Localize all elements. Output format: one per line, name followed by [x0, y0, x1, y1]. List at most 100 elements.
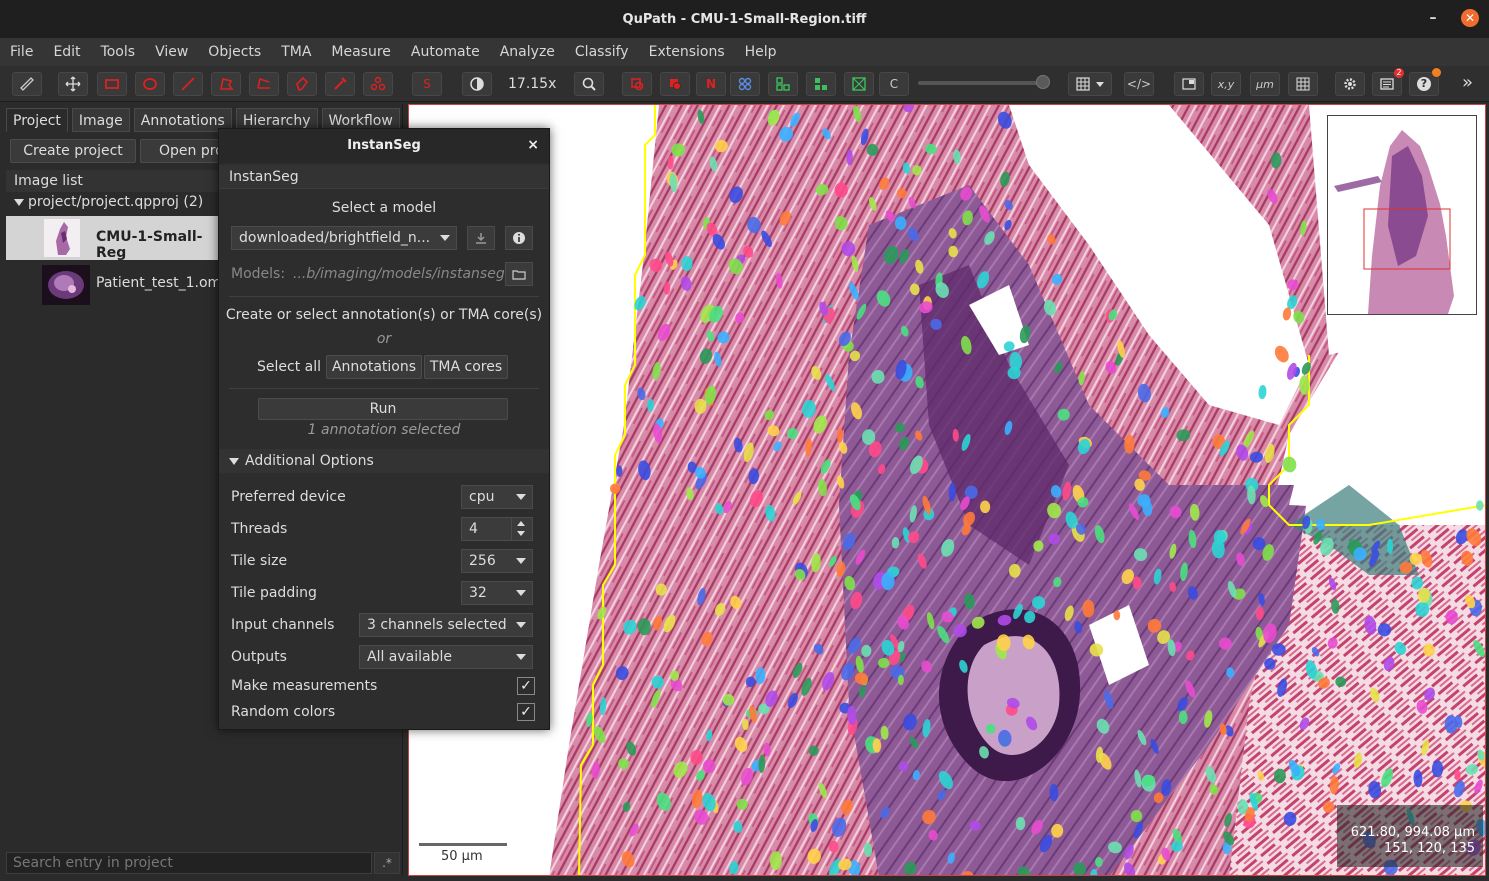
preferred-device-select[interactable]: cpu	[461, 485, 533, 509]
input-channels-select[interactable]: 3 channels selected	[359, 613, 533, 637]
menu-help[interactable]: Help	[745, 44, 777, 60]
show-tma-grid-button[interactable]	[730, 72, 760, 96]
pixel-grid-icon	[1296, 77, 1310, 91]
log-button[interactable]: 2	[1372, 68, 1404, 96]
tile-padding-label: Tile padding	[231, 585, 317, 601]
threads-spinner[interactable]: 4	[461, 517, 533, 541]
nucleus-detection[interactable]	[897, 674, 904, 686]
create-project-button[interactable]: Create project	[10, 139, 136, 163]
outputs-select[interactable]: All available	[359, 645, 533, 669]
dialog-title: InstanSeg	[219, 129, 549, 163]
fill-annotations-button[interactable]	[660, 72, 690, 96]
tile-size-value: 256	[469, 553, 496, 569]
additional-options-header[interactable]: Additional Options	[219, 449, 549, 473]
show-pixel-grid-button[interactable]	[1288, 72, 1318, 96]
model-info-button[interactable]	[505, 226, 533, 250]
nucleus-detection[interactable]	[616, 465, 623, 477]
menu-tma[interactable]: TMA	[281, 44, 311, 60]
image-entry[interactable]: Patient_test_1.ome	[6, 262, 230, 306]
rectangle-tool-button[interactable]	[97, 72, 127, 96]
minimize-button[interactable]: –	[1425, 10, 1441, 26]
nucleus-detection[interactable]	[1431, 760, 1444, 778]
menu-objects[interactable]: Objects	[208, 44, 261, 60]
move-tool-button[interactable]	[58, 72, 88, 96]
random-colors-checkbox[interactable]: ✓	[517, 703, 535, 721]
show-location-button[interactable]: x,y	[1211, 72, 1241, 96]
chevron-down-icon[interactable]	[517, 531, 525, 536]
run-button[interactable]: Run	[258, 398, 508, 420]
opacity-slider[interactable]	[918, 81, 1048, 85]
ellipse-icon	[143, 78, 157, 90]
regex-toggle-button[interactable]: .*	[374, 852, 400, 874]
brush-tool-button[interactable]	[287, 72, 317, 96]
menu-view[interactable]: View	[155, 44, 188, 60]
tab-project[interactable]: Project	[6, 108, 68, 132]
nucleus-detection[interactable]	[1299, 375, 1310, 395]
fill-detections-button[interactable]	[806, 72, 836, 96]
close-icon[interactable]: ×	[527, 137, 539, 153]
preferences-button[interactable]	[1335, 72, 1365, 96]
menu-analyze[interactable]: Analyze	[500, 44, 555, 60]
tab-image[interactable]: Image	[71, 108, 130, 132]
chevron-down-icon	[516, 654, 526, 660]
nucleus-detection[interactable]	[1009, 563, 1021, 578]
dialog-section-header: InstanSeg	[219, 165, 549, 189]
show-detections-button[interactable]	[768, 72, 798, 96]
folder-icon	[512, 270, 526, 280]
opacity-slider-knob[interactable]	[1036, 75, 1050, 89]
nucleus-detection[interactable]	[1082, 599, 1095, 618]
fill-detections-icon	[815, 78, 827, 90]
line-tool-button[interactable]	[173, 72, 203, 96]
close-window-button[interactable]: ✕	[1461, 9, 1479, 27]
menu-tools[interactable]: Tools	[101, 44, 136, 60]
grid-options-button[interactable]	[1068, 72, 1112, 96]
show-names-button[interactable]: N	[696, 72, 726, 96]
image-entry[interactable]: CMU-1-Small-Reg	[6, 216, 218, 261]
ellipse-tool-button[interactable]	[135, 72, 165, 96]
toolbar-overflow-button[interactable]: »	[1462, 72, 1473, 93]
menu-extensions[interactable]: Extensions	[649, 44, 725, 60]
menu-classify[interactable]: Classify	[575, 44, 629, 60]
polyline-tool-button[interactable]	[249, 72, 279, 96]
brightness-contrast-button[interactable]	[462, 72, 492, 96]
chevron-up-icon[interactable]	[517, 521, 525, 526]
browse-models-button[interactable]	[505, 262, 533, 286]
thumbnail-cmu	[44, 219, 80, 257]
chevron-down-icon	[229, 458, 239, 465]
show-scalebar-button[interactable]: µm	[1250, 72, 1280, 96]
tile-padding-select[interactable]: 32	[461, 581, 533, 605]
model-select[interactable]: downloaded/brightfield_n...	[231, 226, 457, 250]
points-tool-button[interactable]	[363, 72, 393, 96]
overview-image	[1328, 116, 1476, 314]
pixel-classification-button[interactable]: C	[879, 72, 909, 96]
tile-size-select[interactable]: 256	[461, 549, 533, 573]
selection-mode-button[interactable]: S	[412, 72, 442, 96]
select-model-label: Select a model	[331, 200, 437, 216]
menu-file[interactable]: File	[10, 44, 33, 60]
script-editor-button[interactable]: </>	[1124, 72, 1154, 96]
measure-tool-button[interactable]	[12, 72, 42, 96]
show-connections-button[interactable]	[844, 72, 874, 96]
polygon-tool-button[interactable]	[211, 72, 241, 96]
project-tree-root[interactable]: project/project.qpproj (2)	[14, 194, 203, 210]
tissue-image[interactable]	[409, 105, 1486, 876]
project-search-input[interactable]: Search entry in project	[6, 852, 372, 874]
overview-thumbnail[interactable]	[1327, 115, 1477, 315]
menu-automate[interactable]: Automate	[411, 44, 480, 60]
select-tma-cores-button[interactable]: TMA cores	[424, 355, 508, 379]
threads-label: Threads	[231, 521, 288, 537]
menu-measure[interactable]: Measure	[331, 44, 391, 60]
download-model-button[interactable]	[467, 226, 495, 250]
zoom-to-fit-button[interactable]	[574, 72, 604, 96]
image-viewer[interactable]: 50 µm 621.80, 994.08 µm 151, 120, 135	[408, 104, 1486, 876]
make-measurements-checkbox[interactable]: ✓	[517, 677, 535, 695]
show-overview-button[interactable]	[1174, 72, 1204, 96]
menu-edit[interactable]: Edit	[53, 44, 80, 60]
show-annotations-button[interactable]	[622, 72, 652, 96]
spinner-buttons[interactable]	[511, 518, 532, 540]
select-annotations-button[interactable]: Annotations	[326, 355, 422, 379]
threads-value: 4	[469, 521, 478, 537]
help-button[interactable]: ?	[1409, 68, 1441, 96]
wand-tool-button[interactable]	[325, 72, 355, 96]
window-titlebar: QuPath - CMU-1-Small-Region.tiff – ✕	[0, 0, 1489, 38]
